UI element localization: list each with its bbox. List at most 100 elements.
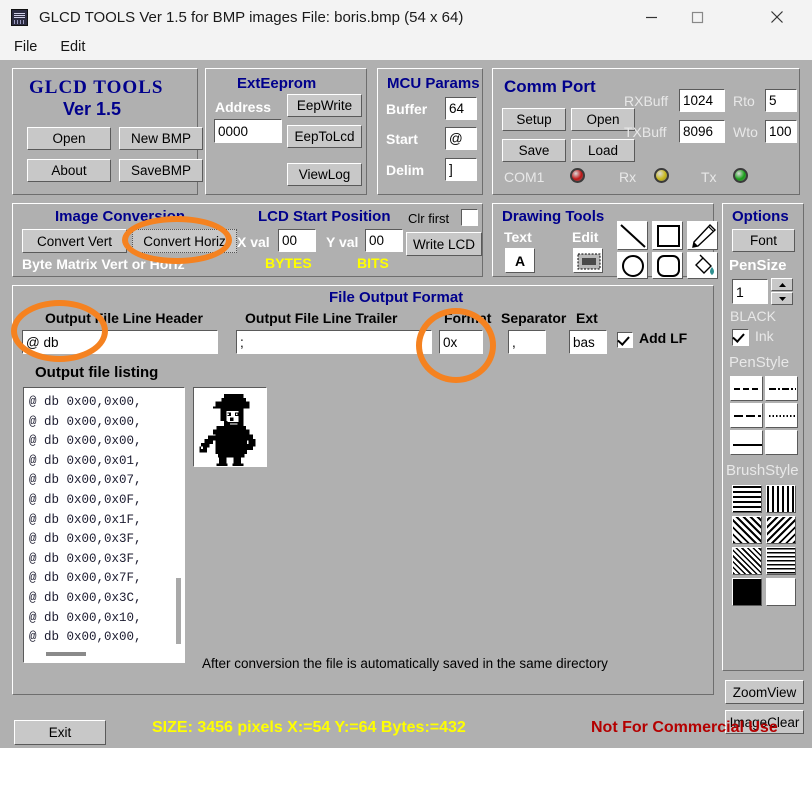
comm-open-label: Open bbox=[586, 112, 619, 127]
exit-button[interactable]: Exit bbox=[14, 720, 106, 745]
rto-input[interactable]: 5 bbox=[765, 89, 797, 112]
ink-label: Ink bbox=[755, 328, 774, 344]
add-lf-checkbox[interactable] bbox=[617, 332, 633, 348]
brush-solid-black-button[interactable] bbox=[732, 578, 762, 606]
wto-label: Wto bbox=[733, 124, 758, 140]
rx-led bbox=[654, 168, 669, 183]
drawing-tools-title: Drawing Tools bbox=[502, 208, 604, 225]
penstyle-solid-button[interactable] bbox=[730, 430, 763, 455]
brush-crosshatch-button[interactable] bbox=[732, 547, 762, 575]
comm-save-button[interactable]: Save bbox=[502, 139, 566, 162]
brush-vertical-button[interactable] bbox=[766, 485, 796, 513]
commercial-use-notice: Not For Commercial Use bbox=[591, 719, 778, 737]
new-bmp-button[interactable]: New BMP bbox=[119, 127, 203, 150]
image-conversion-panel: Image Conversion Convert Vert Convert Ho… bbox=[12, 203, 483, 277]
penstyle-dotted-button[interactable] bbox=[765, 403, 798, 428]
edit-tool-button[interactable] bbox=[573, 248, 603, 273]
brand-version: Ver 1.5 bbox=[63, 99, 121, 120]
penstyle-label: PenStyle bbox=[729, 354, 789, 371]
pensize-input[interactable]: 1 bbox=[732, 279, 768, 304]
penstyle-dash-button[interactable] bbox=[730, 376, 763, 401]
penstyle-long-dash-button[interactable] bbox=[730, 403, 763, 428]
ellipse-tool-button[interactable] bbox=[617, 252, 648, 279]
eep-write-label: EepWrite bbox=[297, 98, 352, 113]
x-val-input[interactable]: 00 bbox=[278, 229, 316, 252]
output-listing-box[interactable]: @ db 0x00,0x00, @ db 0x00,0x00, @ db 0x0… bbox=[23, 387, 185, 663]
save-bmp-button[interactable]: SaveBMP bbox=[119, 159, 203, 182]
start-input[interactable]: @ bbox=[445, 127, 477, 150]
exit-label: Exit bbox=[49, 725, 72, 740]
about-button[interactable]: About bbox=[27, 159, 111, 182]
brush-solid-white-button[interactable] bbox=[766, 578, 796, 606]
text-tool-button[interactable]: A bbox=[505, 248, 535, 273]
penstyle-dash-dot-button[interactable] bbox=[765, 376, 798, 401]
separator-input[interactable]: , bbox=[508, 330, 546, 354]
buffer-label: Buffer bbox=[386, 101, 427, 117]
comm-load-button[interactable]: Load bbox=[571, 139, 635, 162]
menu-bar: File Edit bbox=[0, 34, 812, 60]
comm-load-label: Load bbox=[588, 143, 618, 158]
com1-led bbox=[570, 168, 585, 183]
convert-vert-label: Convert Vert bbox=[37, 234, 112, 249]
listing-scrollbar-thumb[interactable] bbox=[176, 578, 181, 644]
rx-label: Rx bbox=[619, 169, 636, 185]
comm-setup-button[interactable]: Setup bbox=[502, 108, 566, 131]
ext-input[interactable]: bas bbox=[569, 330, 607, 354]
file-output-format-panel: File Output Format Output File Line Head… bbox=[12, 285, 714, 695]
save-bmp-label: SaveBMP bbox=[131, 163, 191, 178]
eep-to-lcd-button[interactable]: EepToLcd bbox=[287, 125, 362, 148]
delim-input[interactable]: ] bbox=[445, 158, 477, 181]
output-line-trailer-input[interactable]: ; bbox=[236, 330, 432, 354]
about-label: About bbox=[51, 163, 86, 178]
convert-vert-button[interactable]: Convert Vert bbox=[22, 229, 127, 253]
clr-first-checkbox[interactable] bbox=[461, 209, 478, 226]
rxbuff-label: RXBuff bbox=[624, 93, 668, 109]
add-lf-label: Add LF bbox=[639, 330, 687, 346]
client-area: GLCD TOOLS Ver 1.5 Open New BMP About Sa… bbox=[0, 60, 812, 748]
x-val-unit: BYTES bbox=[265, 255, 312, 271]
y-val-input[interactable]: 00 bbox=[365, 229, 403, 252]
brush-grid-button[interactable] bbox=[766, 547, 796, 575]
application-window: GLCD TOOLS Ver 1.5 for BMP images File: … bbox=[0, 0, 812, 748]
rxbuff-input[interactable]: 1024 bbox=[679, 89, 725, 112]
tx-led bbox=[733, 168, 748, 183]
wto-input[interactable]: 100 bbox=[765, 120, 797, 143]
bitmap-preview[interactable] bbox=[193, 387, 267, 467]
convert-horiz-button[interactable]: Convert Horiz bbox=[132, 229, 237, 253]
brush-diagonal-button[interactable] bbox=[732, 516, 762, 544]
minimize-button[interactable] bbox=[628, 0, 674, 34]
format-input[interactable]: 0x bbox=[439, 330, 483, 354]
ink-checkbox[interactable] bbox=[732, 329, 749, 346]
eep-write-button[interactable]: EepWrite bbox=[287, 94, 362, 117]
maximize-button[interactable] bbox=[674, 0, 720, 34]
text-tool-glyph: A bbox=[506, 249, 534, 272]
font-button[interactable]: Font bbox=[732, 229, 795, 252]
buffer-input[interactable]: 64 bbox=[445, 97, 477, 120]
write-lcd-button[interactable]: Write LCD bbox=[406, 232, 482, 256]
separator-field-label: Separator bbox=[501, 310, 566, 326]
output-line-header-input[interactable]: @ db bbox=[22, 330, 218, 354]
menu-item-edit[interactable]: Edit bbox=[51, 37, 94, 57]
pensize-up-button[interactable] bbox=[771, 278, 793, 291]
open-bmp-button[interactable]: Open bbox=[27, 127, 111, 150]
close-button[interactable] bbox=[754, 0, 800, 34]
view-log-button[interactable]: ViewLog bbox=[287, 163, 362, 186]
rectangle-tool-button[interactable] bbox=[652, 221, 683, 250]
address-input[interactable]: 0000 bbox=[214, 119, 282, 143]
brush-backdiagonal-button[interactable] bbox=[766, 516, 796, 544]
line-tool-button[interactable] bbox=[617, 221, 648, 250]
pencil-tool-button[interactable] bbox=[687, 221, 718, 250]
pensize-down-button[interactable] bbox=[771, 292, 793, 305]
menu-item-file[interactable]: File bbox=[5, 37, 46, 57]
listing-hscrollbar-thumb[interactable] bbox=[46, 652, 86, 656]
title-bar: GLCD TOOLS Ver 1.5 for BMP images File: … bbox=[0, 0, 812, 34]
penstyle-none-button[interactable] bbox=[765, 430, 798, 455]
txbuff-input[interactable]: 8096 bbox=[679, 120, 725, 143]
brush-horizontal-button[interactable] bbox=[732, 485, 762, 513]
rounded-rect-tool-button[interactable] bbox=[652, 252, 683, 279]
zoomview-button[interactable]: ZoomView bbox=[725, 680, 804, 704]
fill-bucket-tool-button[interactable] bbox=[687, 252, 718, 279]
byte-matrix-subtitle: Byte Matrix Vert or Horiz bbox=[22, 256, 185, 272]
conversion-hint: After conversion the file is automatical… bbox=[202, 656, 608, 671]
brand-panel: GLCD TOOLS Ver 1.5 Open New BMP About Sa… bbox=[12, 68, 198, 195]
